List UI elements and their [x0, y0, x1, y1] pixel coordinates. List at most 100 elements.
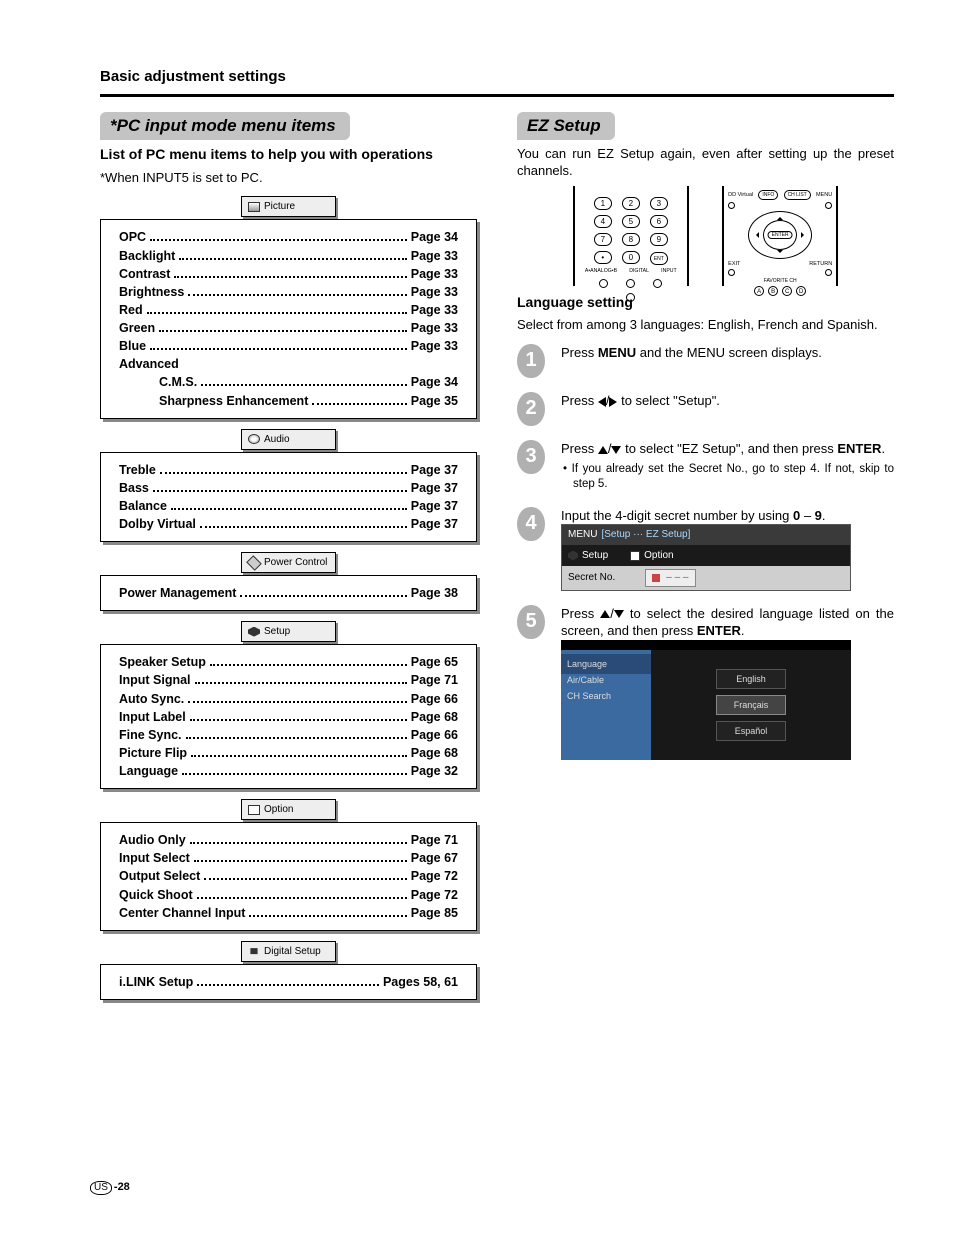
arrow-left-icon — [598, 397, 606, 407]
label-return: RETURN — [809, 261, 832, 267]
lang-desc: Select from among 3 languages: English, … — [517, 317, 894, 334]
picture-icon — [248, 202, 260, 212]
toc-row: i.LINK SetupPages 58, 61 — [119, 973, 458, 991]
toc-page: Page 33 — [411, 265, 458, 283]
leader-dots — [188, 701, 406, 703]
step: 4Input the 4-digit secret number by usin… — [517, 507, 894, 591]
leader-dots — [182, 773, 407, 775]
page-number: US-28 — [90, 1181, 130, 1195]
horizontal-rule — [100, 94, 894, 97]
arrow-right-icon — [609, 397, 617, 407]
osd-side-language: Language — [561, 654, 651, 674]
toc-row: Picture FlipPage 68 — [119, 744, 458, 762]
intro-text: You can run EZ Setup again, even after s… — [517, 146, 894, 180]
label-exit: EXIT — [728, 261, 740, 267]
lang-option: Français — [716, 695, 786, 715]
audio-icon — [248, 434, 260, 444]
toc-label: Bass — [119, 479, 149, 497]
menu-tab-picture: Picture — [241, 196, 336, 217]
step: 3Press / to select "EZ Setup", and then … — [517, 440, 894, 493]
toc-page: Page 66 — [411, 690, 458, 708]
toc-page: Page 34 — [411, 373, 458, 391]
toc-row: Brightness Page 33 — [119, 283, 458, 301]
toc-row: Green Page 33 — [119, 319, 458, 337]
toc-label: Speaker Setup — [119, 653, 206, 671]
menu-tab-power-control: Power Control — [241, 552, 336, 573]
toc-label: Brightness — [119, 283, 184, 301]
leader-dots — [174, 276, 406, 278]
section-title-pc: *PC input mode menu items — [100, 112, 350, 140]
toc-row: Auto Sync.Page 66 — [119, 690, 458, 708]
toc-row: LanguagePage 32 — [119, 762, 458, 780]
toc-row: Input SelectPage 67 — [119, 849, 458, 867]
key-enter: ENTER — [768, 231, 793, 239]
toc-label: Green — [119, 319, 155, 337]
toc-page: Page 37 — [411, 461, 458, 479]
toc-row: RedPage 33 — [119, 301, 458, 319]
breadcrumb: Basic adjustment settings — [100, 68, 286, 85]
toc-page: Page 33 — [411, 283, 458, 301]
label-input: INPUT — [661, 268, 677, 274]
secret-input: – – – — [645, 569, 695, 587]
toc-label: OPC — [119, 228, 146, 246]
toc-page: Page 33 — [411, 247, 458, 265]
toc-box: i.LINK SetupPages 58, 61 — [100, 964, 477, 1000]
toc-label: Contrast — [119, 265, 170, 283]
dot-icon — [728, 269, 735, 276]
dot-icon — [825, 269, 832, 276]
key-ent: ENT — [650, 252, 668, 265]
lang-option: Español — [716, 721, 786, 741]
leader-dots — [153, 490, 407, 492]
arrow-right-icon — [801, 232, 807, 238]
toc-row: Backlight Page 33 — [119, 247, 458, 265]
toc-page: Page 33 — [411, 337, 458, 355]
label-analog: A•ANALOG•B — [585, 268, 617, 274]
toc-page: Page 37 — [411, 479, 458, 497]
leader-dots — [201, 384, 407, 386]
section-title-ez: EZ Setup — [517, 112, 615, 140]
leader-dots — [147, 312, 407, 314]
note-text: *When INPUT5 is set to PC. — [100, 170, 477, 187]
leader-dots — [197, 897, 407, 899]
toc-page: Page 33 — [411, 319, 458, 337]
toc-label: Dolby Virtual — [119, 515, 196, 533]
leader-dots — [150, 239, 407, 241]
key-6: 6 — [650, 215, 668, 228]
toc-page: Page 34 — [411, 228, 458, 246]
key-7: 7 — [594, 233, 612, 246]
toc-label: Input Signal — [119, 671, 191, 689]
toc-page: Page 68 — [411, 744, 458, 762]
toc-box: Power ManagementPage 38 — [100, 575, 477, 611]
key-info: INFO — [758, 190, 778, 200]
toc-label: Backlight — [119, 247, 175, 265]
remote-dpad-diagram: DD Virtual INFO CH LIST MENU ENTER EXITR… — [722, 186, 838, 286]
toc-row: Dolby VirtualPage 37 — [119, 515, 458, 533]
arrow-down-icon — [611, 446, 621, 454]
key-9: 9 — [650, 233, 668, 246]
osd-menu-diagram: MENU[Setup ··· EZ Setup]SetupOptionSecre… — [561, 524, 851, 591]
toc-row: Sharpness EnhancementPage 35 — [119, 392, 458, 410]
toc-page: Page 65 — [411, 653, 458, 671]
toc-label: Blue — [119, 337, 146, 355]
left-column: *PC input mode menu items List of PC men… — [100, 112, 477, 1165]
dot-icon — [653, 279, 662, 288]
toc-row: Speaker Setup Page 65 — [119, 653, 458, 671]
toc-row: Input LabelPage 68 — [119, 708, 458, 726]
step: 5Press / to select the desired language … — [517, 605, 894, 760]
step-body: Press / to select "Setup". — [561, 392, 894, 410]
toc-row: BalancePage 37 — [119, 497, 458, 515]
osd-tab-option: Option — [630, 549, 673, 563]
step-number: 4 — [517, 507, 545, 541]
key-8: 8 — [622, 233, 640, 246]
key-2: 2 — [622, 197, 640, 210]
osd-side-aircable: Air/Cable — [567, 672, 645, 688]
cursor-icon — [652, 574, 660, 582]
osd-tab-setup: Setup — [568, 549, 608, 563]
osd-title: MENU — [568, 529, 597, 540]
dot-icon — [599, 279, 608, 288]
key-0: 0 — [622, 251, 640, 264]
toc-page: Page 38 — [411, 584, 458, 602]
toc-row: Quick ShootPage 72 — [119, 886, 458, 904]
setup-icon — [248, 627, 260, 637]
step-body: Press / to select "EZ Setup", and then p… — [561, 440, 894, 493]
